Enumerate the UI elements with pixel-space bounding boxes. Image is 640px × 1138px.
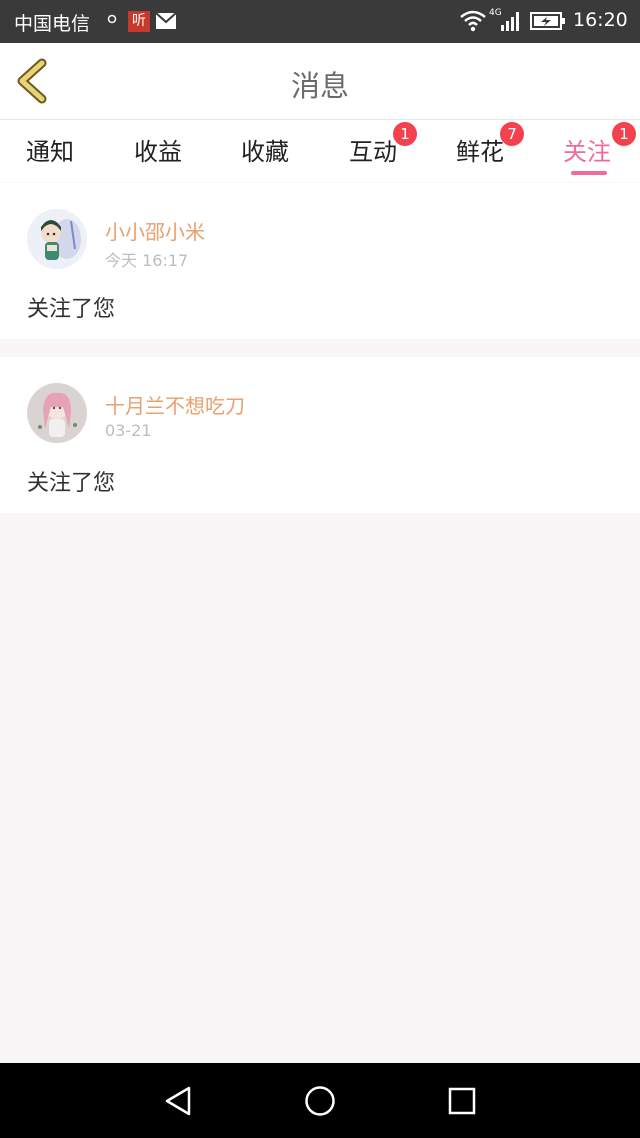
tab-label: 通知 (26, 138, 74, 166)
list-item[interactable]: 十月兰不想吃刀 03-21 关注了您 (0, 357, 640, 513)
clock: 16:20 (573, 9, 628, 31)
tab-bar: 通知 收益 收藏 互动 1 鲜花 7 关注 1 (0, 120, 640, 182)
carrier-label: 中国电信 (14, 13, 91, 35)
unread-badge: 1 (612, 122, 636, 146)
tab-label: 鲜花 (456, 138, 504, 166)
tab-earnings[interactable]: 收益 (134, 132, 182, 167)
anime-girl-avatar-icon (27, 209, 87, 269)
unread-badge: 1 (393, 122, 417, 146)
message-text: 关注了您 (27, 471, 116, 496)
avatar[interactable] (27, 209, 87, 269)
tab-favorites[interactable]: 收藏 (241, 132, 289, 167)
system-nav-bar (0, 1063, 640, 1138)
tab-label: 关注 (563, 138, 611, 166)
active-tab-indicator (571, 171, 607, 175)
back-triangle-icon[interactable] (163, 1085, 193, 1117)
ting-app-icon: 听 (128, 11, 150, 32)
tab-label: 收藏 (241, 138, 289, 166)
message-text: 关注了您 (27, 297, 116, 322)
battery-charging-icon (530, 12, 565, 30)
title-bar: 消息 (0, 43, 640, 120)
notification-dot-icon (107, 14, 117, 24)
tab-interaction[interactable]: 互动 1 (349, 122, 417, 167)
home-circle-icon[interactable] (304, 1085, 336, 1117)
avatar[interactable] (27, 383, 87, 443)
signal-icon (501, 12, 519, 31)
tab-notice[interactable]: 通知 (26, 132, 74, 167)
pink-hair-girl-avatar-icon (27, 383, 87, 443)
tab-follow[interactable]: 关注 1 (563, 122, 636, 167)
timestamp: 03-21 (105, 421, 152, 440)
status-bar: 中国电信 听 4G 16:20 (0, 0, 640, 43)
timestamp: 今天 16:17 (105, 251, 189, 270)
username-link[interactable]: 小小邵小米 (105, 216, 205, 245)
list-item[interactable]: 小小邵小米 今天 16:17 关注了您 (0, 183, 640, 339)
recents-square-icon[interactable] (448, 1087, 476, 1115)
username-link[interactable]: 十月兰不想吃刀 (105, 390, 245, 419)
unread-badge: 7 (500, 122, 524, 146)
wifi-icon (460, 10, 486, 32)
tab-label: 互动 (349, 138, 397, 166)
tab-label: 收益 (134, 138, 182, 166)
mail-icon (155, 12, 177, 29)
tab-flowers[interactable]: 鲜花 7 (456, 122, 524, 167)
page-title: 消息 (290, 69, 349, 103)
